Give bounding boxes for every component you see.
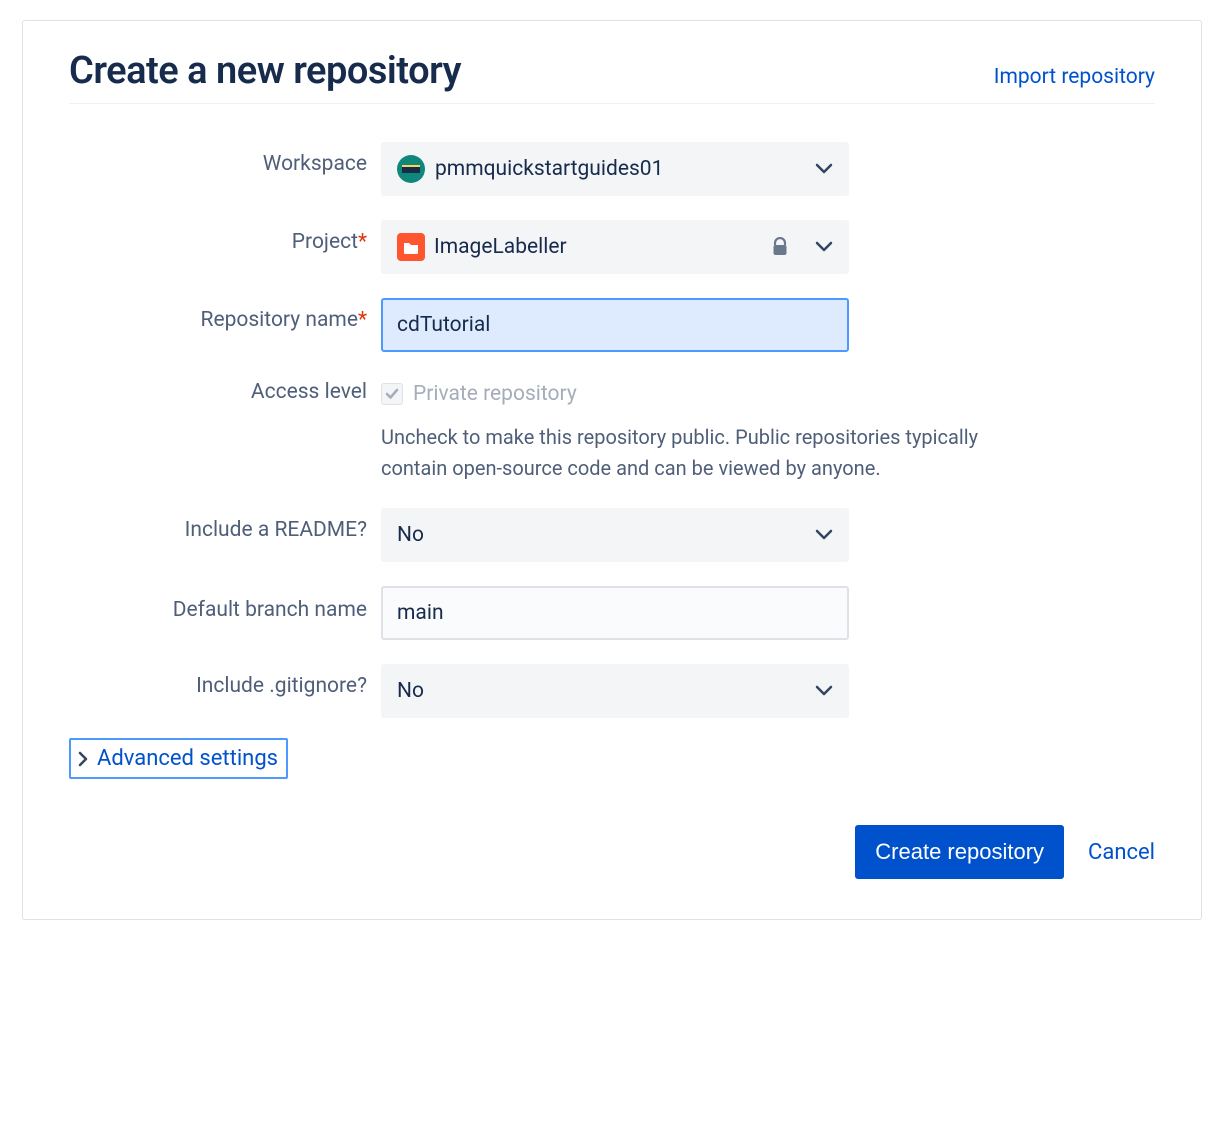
label-gitignore: Include .gitignore? <box>69 664 381 698</box>
chevron-down-icon <box>815 241 833 253</box>
actions: Create repository Cancel <box>69 825 1155 879</box>
repo-name-input[interactable]: cdTutorial <box>381 298 849 352</box>
advanced-settings-toggle[interactable]: Advanced settings <box>69 738 288 779</box>
readme-value: No <box>397 523 424 547</box>
create-repo-card: Create a new repository Import repositor… <box>22 20 1202 920</box>
cancel-button[interactable]: Cancel <box>1088 840 1155 865</box>
row-readme: Include a README? No <box>69 508 1155 562</box>
row-project: Project* ImageLabeller <box>69 220 1155 274</box>
header: Create a new repository Import repositor… <box>69 49 1155 104</box>
private-repo-checkbox[interactable] <box>381 383 403 405</box>
advanced-settings-label: Advanced settings <box>97 746 278 771</box>
chevron-down-icon <box>815 529 833 541</box>
create-repository-button[interactable]: Create repository <box>855 825 1064 879</box>
repo-name-value: cdTutorial <box>397 313 490 337</box>
chevron-down-icon <box>815 163 833 175</box>
label-repo-name: Repository name* <box>69 298 381 332</box>
label-project: Project* <box>69 220 381 254</box>
workspace-avatar-icon <box>397 155 425 183</box>
branch-name-value: main <box>397 601 444 625</box>
label-workspace: Workspace <box>69 142 381 176</box>
label-branch: Default branch name <box>69 586 381 624</box>
label-access: Access level <box>69 376 381 404</box>
private-repo-label: Private repository <box>413 382 577 406</box>
row-branch: Default branch name main <box>69 586 1155 640</box>
access-help-text: Uncheck to make this repository public. … <box>381 422 1031 484</box>
readme-select[interactable]: No <box>381 508 849 562</box>
row-access: Access level Private repository Uncheck … <box>69 376 1155 484</box>
row-workspace: Workspace pmmquickstartguides01 <box>69 142 1155 196</box>
row-gitignore: Include .gitignore? No <box>69 664 1155 718</box>
row-repo-name: Repository name* cdTutorial <box>69 298 1155 352</box>
chevron-right-icon <box>77 751 89 767</box>
label-readme: Include a README? <box>69 508 381 542</box>
project-value: ImageLabeller <box>434 235 567 259</box>
gitignore-select[interactable]: No <box>381 664 849 718</box>
lock-icon <box>771 237 789 257</box>
gitignore-value: No <box>397 679 424 703</box>
access-checkbox-row: Private repository <box>381 376 1031 406</box>
workspace-value: pmmquickstartguides01 <box>435 157 663 181</box>
project-avatar-icon <box>397 233 425 261</box>
project-select[interactable]: ImageLabeller <box>381 220 849 274</box>
chevron-down-icon <box>815 685 833 697</box>
page-title: Create a new repository <box>69 49 461 93</box>
branch-name-input[interactable]: main <box>381 586 849 640</box>
workspace-select[interactable]: pmmquickstartguides01 <box>381 142 849 196</box>
import-repository-link[interactable]: Import repository <box>994 65 1155 89</box>
